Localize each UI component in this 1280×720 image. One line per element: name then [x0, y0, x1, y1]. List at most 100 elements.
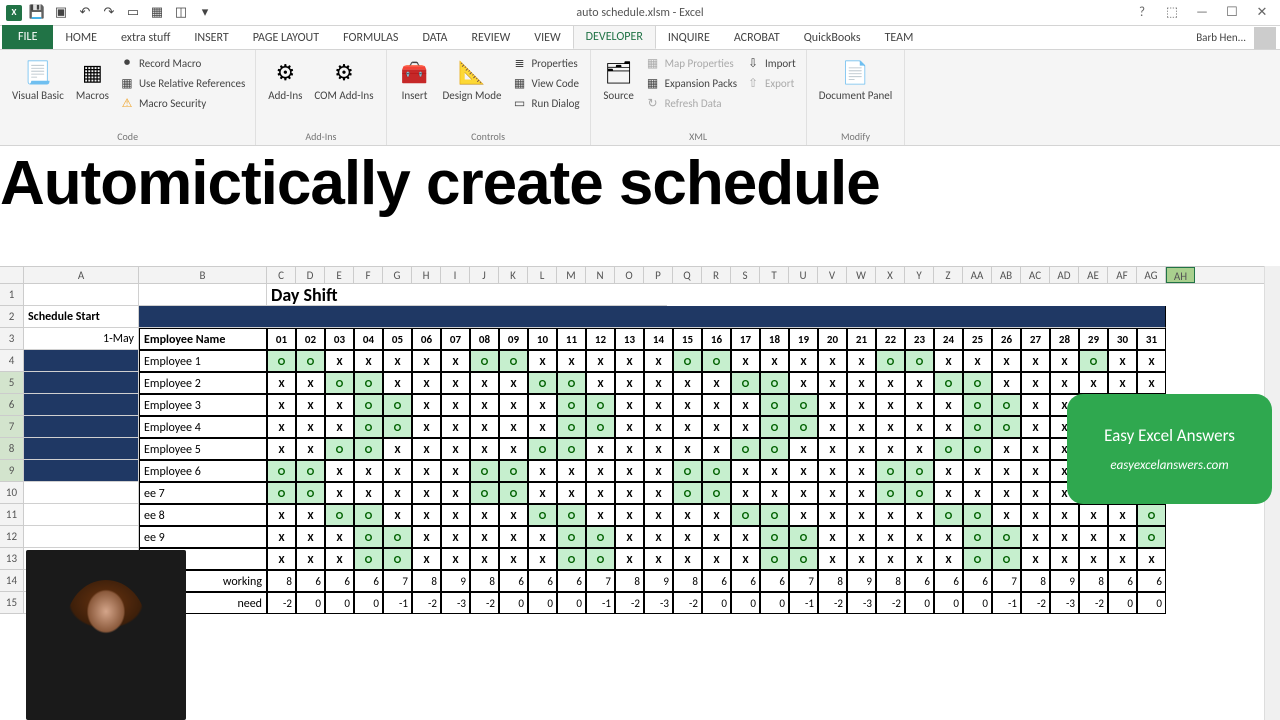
cell[interactable]: Employee 3 — [139, 394, 267, 416]
cell[interactable]: X — [702, 526, 731, 548]
cell[interactable]: 16 — [702, 328, 731, 350]
cell[interactable]: 9 — [1050, 570, 1079, 592]
cell[interactable]: X — [934, 482, 963, 504]
cell[interactable]: X — [847, 416, 876, 438]
cell[interactable]: 0 — [731, 592, 760, 614]
col-header-F[interactable]: F — [354, 267, 383, 283]
cell[interactable]: 0 — [1108, 592, 1137, 614]
cell[interactable]: O — [296, 350, 325, 372]
qat-icon[interactable]: ◫ — [172, 4, 190, 22]
cell[interactable]: 0 — [760, 592, 789, 614]
cell[interactable]: X — [557, 350, 586, 372]
cell[interactable]: X — [615, 416, 644, 438]
cell[interactable]: X — [470, 394, 499, 416]
cell[interactable]: X — [325, 350, 354, 372]
minimize-button[interactable]: — — [1192, 3, 1212, 23]
cell[interactable]: X — [1021, 394, 1050, 416]
cell[interactable]: X — [354, 482, 383, 504]
row-header[interactable]: 5 — [0, 372, 24, 394]
cell[interactable]: X — [731, 460, 760, 482]
col-header-Q[interactable]: Q — [673, 267, 702, 283]
cell[interactable]: X — [383, 504, 412, 526]
cell[interactable]: X — [615, 372, 644, 394]
refresh-data-button[interactable]: ↻Refresh Data — [643, 94, 739, 112]
cell[interactable]: X — [905, 504, 934, 526]
cell[interactable]: 6 — [499, 570, 528, 592]
col-header-J[interactable]: J — [470, 267, 499, 283]
cell[interactable]: O — [760, 438, 789, 460]
cell[interactable]: X — [499, 504, 528, 526]
cell[interactable] — [24, 372, 139, 394]
tab-team[interactable]: TEAM — [873, 27, 926, 49]
cell[interactable]: X — [1021, 526, 1050, 548]
cell[interactable]: X — [499, 438, 528, 460]
cell[interactable]: X — [499, 416, 528, 438]
cell[interactable]: 6 — [905, 570, 934, 592]
cell[interactable]: X — [847, 372, 876, 394]
cell[interactable]: -2 — [267, 592, 296, 614]
cell[interactable]: 0 — [325, 592, 354, 614]
cell[interactable]: 8 — [267, 570, 296, 592]
cell[interactable]: X — [1021, 416, 1050, 438]
import-button[interactable]: ⇩Import — [743, 54, 798, 72]
cell[interactable]: X — [615, 350, 644, 372]
cell[interactable]: X — [470, 438, 499, 460]
expansion-packs-button[interactable]: ▦Expansion Packs — [643, 74, 739, 92]
cell[interactable]: X — [528, 482, 557, 504]
cell[interactable]: X — [731, 416, 760, 438]
ribbon-options-icon[interactable]: ⬚ — [1162, 3, 1182, 23]
cell[interactable]: 8 — [818, 570, 847, 592]
close-button[interactable]: ✕ — [1252, 3, 1272, 23]
col-header-S[interactable]: S — [731, 267, 760, 283]
cell[interactable]: X — [1108, 350, 1137, 372]
cell[interactable]: X — [789, 504, 818, 526]
cell[interactable]: X — [296, 438, 325, 460]
cell[interactable]: X — [992, 438, 1021, 460]
col-header-K[interactable]: K — [499, 267, 528, 283]
cell[interactable]: X — [441, 460, 470, 482]
cell[interactable]: X — [644, 548, 673, 570]
col-header-I[interactable]: I — [441, 267, 470, 283]
cell[interactable]: X — [644, 460, 673, 482]
cell[interactable]: O — [876, 350, 905, 372]
undo-button[interactable]: ↶ — [76, 4, 94, 22]
cell[interactable]: O — [702, 350, 731, 372]
column-headers[interactable]: ABCDEFGHIJKLMNOPQRSTUVWXYZAAABACADAEAFAG… — [0, 266, 1280, 284]
cell[interactable]: 8 — [673, 570, 702, 592]
cell[interactable]: O — [760, 548, 789, 570]
cell[interactable]: O — [586, 416, 615, 438]
row-header[interactable]: 3 — [0, 328, 24, 350]
cell[interactable]: ee 9 — [139, 526, 267, 548]
cell[interactable]: 0 — [296, 592, 325, 614]
cell[interactable]: X — [412, 460, 441, 482]
cell[interactable]: 9 — [847, 570, 876, 592]
cell[interactable]: X — [586, 350, 615, 372]
cell[interactable]: X — [586, 504, 615, 526]
cell[interactable] — [24, 526, 139, 548]
cell[interactable]: X — [992, 372, 1021, 394]
cell[interactable]: 7 — [383, 570, 412, 592]
cell[interactable]: X — [412, 504, 441, 526]
cell[interactable]: -2 — [1079, 592, 1108, 614]
cell[interactable]: X — [441, 416, 470, 438]
cell[interactable]: X — [528, 460, 557, 482]
tab-quickbooks[interactable]: QuickBooks — [792, 27, 873, 49]
tab-view[interactable]: VIEW — [522, 27, 572, 49]
cell[interactable]: O — [789, 548, 818, 570]
cell[interactable]: 1-May — [24, 328, 139, 350]
spreadsheet-grid[interactable]: ABCDEFGHIJKLMNOPQRSTUVWXYZAAABACADAEAFAG… — [0, 266, 1280, 284]
map-properties-button[interactable]: ▦Map Properties — [643, 54, 739, 72]
cell[interactable]: X — [615, 394, 644, 416]
cell[interactable]: O — [267, 482, 296, 504]
cell[interactable]: X — [673, 438, 702, 460]
cell[interactable]: O — [586, 548, 615, 570]
cell[interactable]: 8 — [470, 570, 499, 592]
cell[interactable]: 0 — [1137, 592, 1166, 614]
cell[interactable]: O — [499, 482, 528, 504]
cell[interactable]: X — [847, 482, 876, 504]
cell[interactable]: X — [441, 350, 470, 372]
cell[interactable]: X — [267, 372, 296, 394]
cell[interactable]: X — [731, 526, 760, 548]
cell[interactable]: O — [905, 460, 934, 482]
cell[interactable]: 7 — [789, 570, 818, 592]
